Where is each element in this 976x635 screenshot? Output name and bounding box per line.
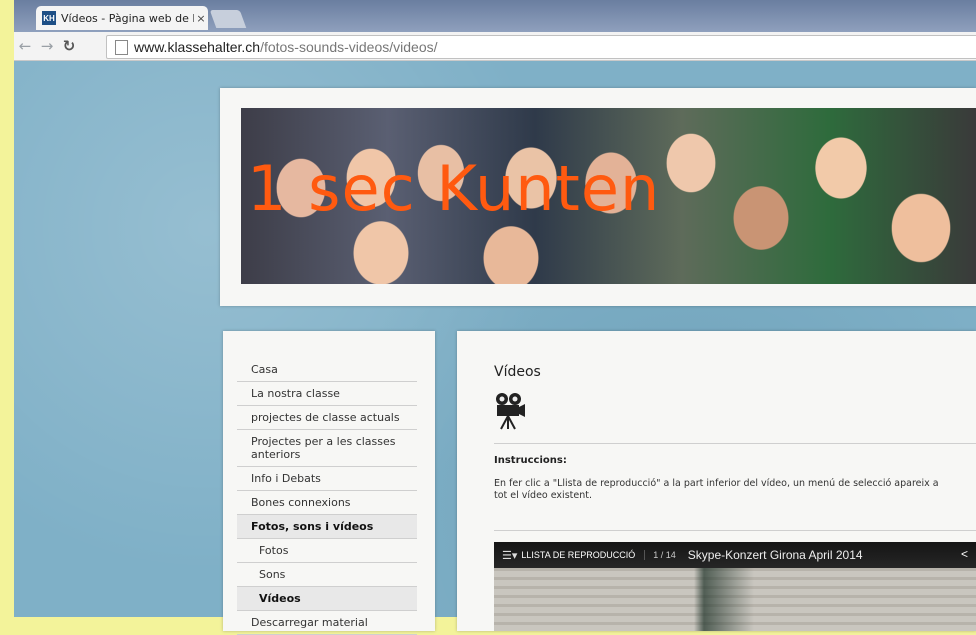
player-playlist-bar: ☰▾ LLISTA DE REPRODUCCIÓ 1 / 14 Skype-Ko… xyxy=(494,542,976,568)
sidebar-item-bones-connexions[interactable]: Bones connexions xyxy=(237,491,417,515)
browser-tab[interactable]: KH Vídeos - Pàgina web de la × xyxy=(36,6,208,30)
sidebar-item-la-nostra-classe[interactable]: La nostra classe xyxy=(237,382,417,406)
browser-toolbar: ← → ↻ www.klassehalter.ch /fotos-sounds-… xyxy=(14,32,976,61)
sidebar-item-info-debats[interactable]: Info i Debats xyxy=(237,467,417,491)
browser-tab-strip: KH Vídeos - Pàgina web de la × xyxy=(14,0,976,32)
playlist-button[interactable]: LLISTA DE REPRODUCCIÓ xyxy=(521,550,635,560)
sidebar-item-casa[interactable]: Casa xyxy=(237,358,417,382)
page-title: Vídeos xyxy=(494,364,541,380)
movie-camera-icon xyxy=(496,393,525,430)
sidebar-item-projectes-anteriors[interactable]: Projectes per a les classes anteriors xyxy=(237,430,417,467)
new-tab-button[interactable] xyxy=(209,10,247,28)
instructions-line-1: En fer clic a "Llista de reproducció" a … xyxy=(494,478,939,489)
header-frame: 1 sec Kunten xyxy=(220,88,976,306)
url-host: www.klassehalter.ch xyxy=(134,39,261,55)
site-favicon-icon: KH xyxy=(42,11,56,25)
divider xyxy=(494,443,976,444)
back-arrow-icon[interactable]: ← xyxy=(14,37,36,55)
playlist-icon[interactable]: ☰▾ xyxy=(502,549,517,562)
url-path: /fotos-sounds-videos/videos/ xyxy=(260,39,438,55)
instructions-line-2: tot el vídeo existent. xyxy=(494,490,592,501)
sidebar-item-sons[interactable]: Sons xyxy=(237,563,417,587)
window-edge xyxy=(0,0,14,617)
instructions-label: Instruccions: xyxy=(494,455,567,466)
address-bar[interactable]: www.klassehalter.ch /fotos-sounds-videos… xyxy=(106,35,976,59)
sidebar-item-videos[interactable]: Vídeos xyxy=(237,587,417,611)
web-page: 1 sec Kunten Casa La nostra classe proje… xyxy=(14,61,976,635)
main-content: Vídeos Instruccions: En fer clic a "Llis… xyxy=(457,331,976,631)
divider xyxy=(494,530,976,531)
tab-title: Vídeos - Pàgina web de la xyxy=(61,11,194,25)
sidebar-navigation: Casa La nostra classe projectes de class… xyxy=(223,331,435,635)
video-thumbnail[interactable] xyxy=(494,568,976,631)
sidebar-item-descarregar-material[interactable]: Descarregar material xyxy=(237,611,417,635)
tab-close-icon[interactable]: × xyxy=(194,12,208,25)
video-title[interactable]: Skype-Konzert Girona April 2014 xyxy=(688,548,863,562)
share-icon[interactable]: < xyxy=(961,547,968,561)
instructions-text: En fer clic a "Llista de reproducció" a … xyxy=(494,478,976,502)
sidebar-item-fotos-sons-videos[interactable]: Fotos, sons i vídeos xyxy=(237,515,417,539)
page-icon xyxy=(115,39,128,55)
site-title[interactable]: 1 sec Kunten xyxy=(247,152,660,225)
sidebar-item-fotos[interactable]: Fotos xyxy=(237,539,417,563)
reload-icon[interactable]: ↻ xyxy=(58,37,80,55)
forward-arrow-icon[interactable]: → xyxy=(36,37,58,55)
embedded-video-player[interactable]: ☰▾ LLISTA DE REPRODUCCIÓ 1 / 14 Skype-Ko… xyxy=(494,542,976,631)
playlist-counter: 1 / 14 xyxy=(644,550,676,560)
sidebar-item-projectes-actuals[interactable]: projectes de classe actuals xyxy=(237,406,417,430)
header-banner-image: 1 sec Kunten xyxy=(241,108,976,284)
